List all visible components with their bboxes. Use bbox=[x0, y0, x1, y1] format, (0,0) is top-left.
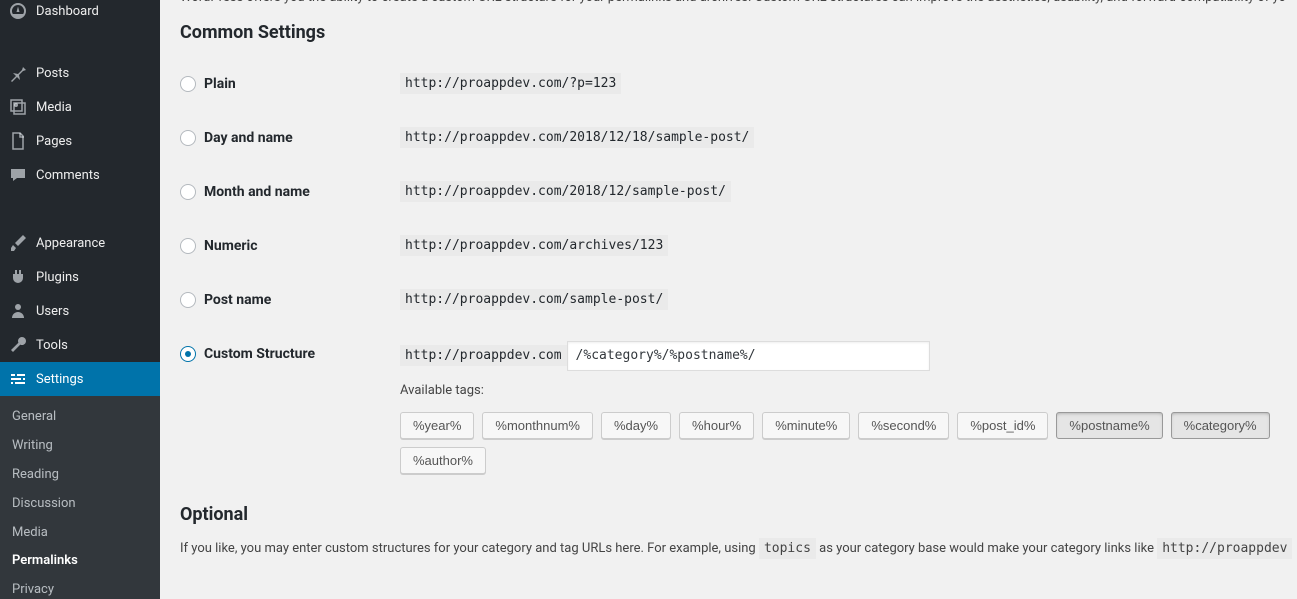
example-url-code: http://proappdev bbox=[1157, 538, 1292, 559]
sidebar-item-users[interactable]: Users bbox=[0, 294, 160, 328]
sidebar-item-label: Plugins bbox=[36, 270, 79, 285]
radio-plain[interactable] bbox=[180, 76, 196, 92]
sidebar-item-label: Appearance bbox=[36, 236, 105, 251]
tag-button-year[interactable]: %year% bbox=[400, 412, 474, 439]
content-area: WordPress offers you the ability to crea… bbox=[160, 0, 1297, 599]
sidebar-item-label: Settings bbox=[36, 372, 83, 387]
tag-button-postname[interactable]: %postname% bbox=[1056, 412, 1162, 439]
tag-button-minute[interactable]: %minute% bbox=[762, 412, 850, 439]
sidebar-item-settings[interactable]: Settings bbox=[0, 362, 160, 396]
heading-optional: Optional bbox=[180, 504, 1295, 525]
sidebar-item-label: Dashboard bbox=[36, 4, 99, 19]
optional-description: If you like, you may enter custom struct… bbox=[180, 539, 1295, 559]
tag-button-author[interactable]: %author% bbox=[400, 447, 486, 474]
wrench-icon bbox=[8, 335, 28, 355]
available-tags-label: Available tags: bbox=[400, 383, 1295, 398]
url-plain: http://proappdev.com/?p=123 bbox=[400, 73, 621, 94]
option-numeric: Numeric http://proappdev.com/archives/12… bbox=[180, 219, 1295, 273]
plug-icon bbox=[8, 267, 28, 287]
brush-icon bbox=[8, 233, 28, 253]
sidebar-item-comments[interactable]: Comments bbox=[0, 158, 160, 192]
sidebar-item-label: Tools bbox=[36, 338, 68, 353]
submenu-reading[interactable]: Reading bbox=[0, 461, 160, 490]
custom-base-url: http://proappdev.com bbox=[400, 345, 567, 366]
option-plain: Plain http://proappdev.com/?p=123 bbox=[180, 57, 1295, 111]
sidebar-item-pages[interactable]: Pages bbox=[0, 124, 160, 158]
intro-text: WordPress offers you the ability to crea… bbox=[180, 0, 1295, 8]
example-topics-code: topics bbox=[759, 538, 816, 559]
label-plain[interactable]: Plain bbox=[204, 76, 236, 92]
url-post-name: http://proappdev.com/sample-post/ bbox=[400, 289, 668, 310]
radio-numeric[interactable] bbox=[180, 238, 196, 254]
sidebar-item-label: Posts bbox=[36, 66, 69, 81]
tag-button-category[interactable]: %category% bbox=[1171, 412, 1270, 439]
url-day-name: http://proappdev.com/2018/12/18/sample-p… bbox=[400, 127, 754, 148]
page-icon bbox=[8, 131, 28, 151]
custom-structure-input[interactable] bbox=[567, 341, 930, 371]
pin-icon bbox=[8, 63, 28, 83]
label-post-name[interactable]: Post name bbox=[204, 292, 271, 308]
media-icon bbox=[8, 97, 28, 117]
submenu-general[interactable]: General bbox=[0, 403, 160, 432]
url-numeric: http://proappdev.com/archives/123 bbox=[400, 235, 668, 256]
heading-common-settings: Common Settings bbox=[180, 22, 1295, 43]
sidebar-item-posts[interactable]: Posts bbox=[0, 56, 160, 90]
label-month-name[interactable]: Month and name bbox=[204, 184, 310, 200]
sliders-icon bbox=[8, 369, 28, 389]
option-month-name: Month and name http://proappdev.com/2018… bbox=[180, 165, 1295, 219]
radio-post-name[interactable] bbox=[180, 292, 196, 308]
radio-month-name[interactable] bbox=[180, 184, 196, 200]
sidebar-item-plugins[interactable]: Plugins bbox=[0, 260, 160, 294]
tag-button-day[interactable]: %day% bbox=[601, 412, 671, 439]
sidebar-item-label: Comments bbox=[36, 168, 100, 183]
settings-submenu: General Writing Reading Discussion Media… bbox=[0, 396, 160, 599]
sidebar-item-tools[interactable]: Tools bbox=[0, 328, 160, 362]
tag-button-post_id[interactable]: %post_id% bbox=[957, 412, 1048, 439]
sidebar-item-label: Media bbox=[36, 100, 72, 115]
available-tags-list: %year% %monthnum% %day% %hour% %minute% %seco… bbox=[400, 412, 1295, 474]
tag-button-second[interactable]: %second% bbox=[858, 412, 949, 439]
option-day-name: Day and name http://proappdev.com/2018/1… bbox=[180, 111, 1295, 165]
submenu-discussion[interactable]: Discussion bbox=[0, 490, 160, 519]
submenu-permalinks[interactable]: Permalinks bbox=[0, 547, 160, 576]
option-post-name: Post name http://proappdev.com/sample-po… bbox=[180, 273, 1295, 327]
sidebar-item-appearance[interactable]: Appearance bbox=[0, 226, 160, 260]
tag-button-hour[interactable]: %hour% bbox=[679, 412, 754, 439]
sidebar-item-label: Users bbox=[36, 304, 69, 319]
label-numeric[interactable]: Numeric bbox=[204, 238, 258, 254]
radio-day-name[interactable] bbox=[180, 130, 196, 146]
dashboard-icon bbox=[8, 1, 28, 21]
user-icon bbox=[8, 301, 28, 321]
label-day-name[interactable]: Day and name bbox=[204, 130, 293, 146]
tag-button-monthnum[interactable]: %monthnum% bbox=[482, 412, 593, 439]
sidebar-item-dashboard[interactable]: Dashboard bbox=[0, 0, 160, 22]
submenu-media[interactable]: Media bbox=[0, 519, 160, 548]
option-custom-structure: Custom Structure http://proappdev.com Av… bbox=[180, 327, 1295, 478]
label-custom-structure[interactable]: Custom Structure bbox=[204, 346, 315, 362]
comments-icon bbox=[8, 165, 28, 185]
sidebar-item-media[interactable]: Media bbox=[0, 90, 160, 124]
radio-custom-structure[interactable] bbox=[180, 346, 196, 362]
sidebar-item-label: Pages bbox=[36, 134, 72, 149]
submenu-writing[interactable]: Writing bbox=[0, 432, 160, 461]
url-month-name: http://proappdev.com/2018/12/sample-post… bbox=[400, 181, 731, 202]
admin-sidebar: Dashboard Posts Media Pages Comments bbox=[0, 0, 160, 599]
submenu-privacy[interactable]: Privacy bbox=[0, 576, 160, 599]
